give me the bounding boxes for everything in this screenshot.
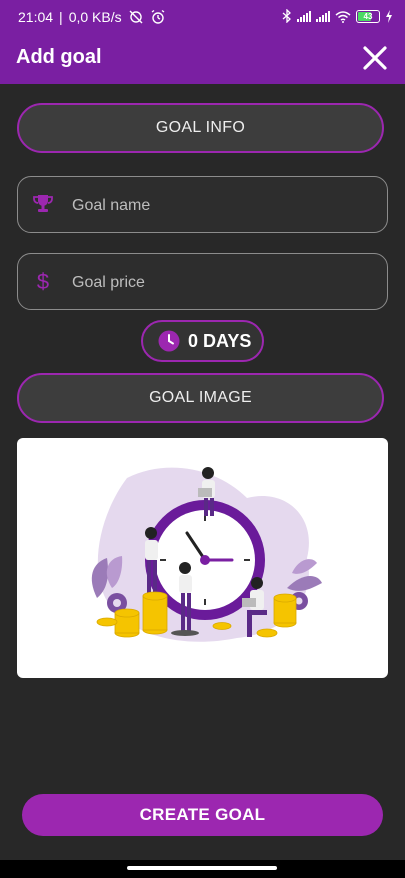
close-icon[interactable] (361, 44, 389, 72)
dollar-icon: $ (37, 270, 49, 292)
goal-name-field[interactable] (17, 176, 388, 234)
goal-info-label: GOAL INFO (155, 119, 246, 136)
status-right: 43 (282, 9, 393, 23)
status-bar: 21:04 | 0,0 KB/s 43 (0, 0, 405, 34)
signal-icon (297, 10, 311, 22)
alarm-icon (151, 9, 165, 24)
alarm-off-icon (129, 10, 143, 24)
status-left: 21:04 | 0,0 KB/s (18, 9, 166, 25)
home-indicator[interactable] (127, 866, 277, 870)
create-goal-label: CREATE GOAL (139, 805, 266, 824)
goal-info-button[interactable]: GOAL INFO (17, 103, 384, 153)
navigation-bar (0, 860, 405, 878)
goal-image-label: GOAL IMAGE (149, 389, 252, 406)
status-network-speed: 0,0 KB/s (68, 9, 122, 25)
app-bar: Add goal (0, 34, 405, 84)
goal-name-input[interactable] (70, 177, 374, 234)
goal-image[interactable] (17, 438, 388, 678)
trophy-icon (33, 195, 53, 212)
status-time: 21:04 (18, 9, 54, 25)
days-chip[interactable]: 0 DAYS (141, 320, 264, 362)
bluetooth-icon (282, 9, 291, 23)
goal-illustration (91, 467, 322, 642)
days-label: 0 DAYS (188, 330, 252, 351)
goal-price-input[interactable] (70, 254, 374, 311)
svg-text:$: $ (37, 270, 49, 292)
create-goal-button[interactable]: CREATE GOAL (22, 794, 383, 836)
page-title: Add goal (16, 46, 102, 68)
wifi-icon (335, 10, 351, 23)
signal-icon (316, 10, 330, 22)
goal-image-button[interactable]: GOAL IMAGE (17, 373, 384, 423)
charging-icon (386, 9, 392, 23)
status-separator: | (59, 9, 63, 25)
battery-icon: 43 (356, 9, 380, 23)
clock-icon (158, 330, 180, 352)
goal-price-field[interactable]: $ (17, 253, 388, 311)
battery-level: 43 (363, 11, 373, 21)
